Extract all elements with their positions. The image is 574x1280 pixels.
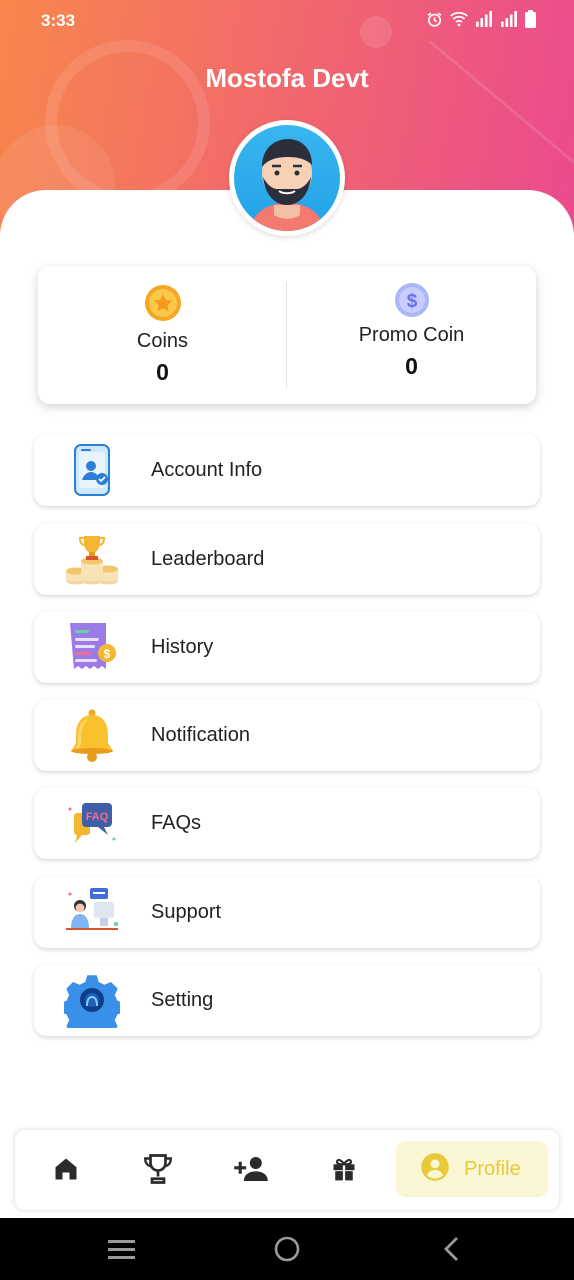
svg-text:$: $ bbox=[406, 291, 417, 312]
menu-item-faqs[interactable]: FAQ FAQs bbox=[34, 787, 540, 859]
battery-icon bbox=[525, 10, 536, 28]
menu-item-label: Notification bbox=[151, 724, 250, 746]
coins-balance[interactable]: Coins 0 bbox=[38, 266, 287, 404]
avatar[interactable] bbox=[229, 120, 345, 236]
home-icon bbox=[52, 1155, 80, 1188]
user-name: Mostofa Devt bbox=[205, 63, 369, 93]
system-nav-bar bbox=[0, 1218, 574, 1280]
bottom-nav: Profile bbox=[15, 1130, 559, 1210]
svg-text:FAQ: FAQ bbox=[86, 811, 109, 823]
coin-star-icon bbox=[144, 284, 182, 322]
coins-label: Coins bbox=[136, 330, 189, 352]
menu-item-setting[interactable]: Setting bbox=[34, 964, 540, 1040]
menu-item-label: History bbox=[151, 636, 214, 658]
profile-screen: 3:33 Mostofa Devt Coins 0 $ Promo Coin 0… bbox=[0, 0, 574, 1280]
signal-icon bbox=[475, 11, 493, 27]
menu-item-label: Leaderboard bbox=[151, 548, 265, 570]
bell-icon bbox=[64, 707, 120, 763]
signal-icon bbox=[500, 11, 518, 27]
nav-invite[interactable] bbox=[232, 1152, 270, 1190]
status-icons bbox=[426, 10, 536, 28]
promo-coin-balance[interactable]: $ Promo Coin 0 bbox=[287, 266, 536, 404]
menu-item-support[interactable]: Support bbox=[34, 876, 540, 948]
coins-value: 0 bbox=[156, 359, 169, 385]
trophy-icon bbox=[140, 1151, 176, 1192]
gift-icon bbox=[330, 1155, 358, 1188]
nav-profile[interactable]: Profile bbox=[396, 1141, 548, 1197]
menu-item-leaderboard[interactable]: Leaderboard bbox=[34, 523, 540, 595]
profile-icon bbox=[420, 1152, 450, 1187]
nav-profile-label: Profile bbox=[464, 1157, 521, 1180]
receipt-history-icon: $ bbox=[64, 619, 120, 675]
faq-chat-icon: FAQ bbox=[64, 795, 120, 851]
nav-home[interactable] bbox=[47, 1152, 85, 1190]
menu-item-label: Setting bbox=[151, 989, 214, 1011]
menu-item-account-info[interactable]: Account Info bbox=[34, 434, 540, 506]
promo-coin-label: Promo Coin bbox=[358, 324, 465, 346]
add-user-icon bbox=[233, 1154, 269, 1189]
nav-leaderboard[interactable] bbox=[139, 1152, 177, 1190]
menu-item-history[interactable]: $ History bbox=[34, 611, 540, 683]
trophy-coins-icon bbox=[64, 531, 120, 587]
menu-item-label: Support bbox=[151, 901, 222, 923]
wifi-icon bbox=[450, 11, 468, 27]
menu-item-label: FAQs bbox=[151, 812, 202, 834]
settings-gear-icon bbox=[59, 972, 125, 1040]
status-time: 3:33 bbox=[41, 11, 76, 30]
svg-text:$: $ bbox=[104, 647, 111, 661]
promo-dollar-coin-icon: $ bbox=[394, 282, 430, 318]
alarm-icon bbox=[426, 11, 443, 28]
nav-rewards[interactable] bbox=[325, 1152, 363, 1190]
menu-item-label: Account Info bbox=[151, 459, 263, 481]
back-icon[interactable] bbox=[442, 1236, 460, 1267]
avatar-image bbox=[234, 125, 340, 231]
recent-apps-icon[interactable] bbox=[108, 1238, 135, 1265]
menu-item-notification[interactable]: Notification bbox=[34, 699, 540, 771]
promo-coin-value: 0 bbox=[405, 353, 418, 379]
status-bar: 3:33 bbox=[0, 0, 574, 40]
support-agent-icon bbox=[64, 884, 120, 940]
balance-card: Coins 0 $ Promo Coin 0 bbox=[38, 266, 536, 404]
account-info-icon bbox=[64, 442, 120, 498]
home-circle-icon[interactable] bbox=[274, 1236, 300, 1267]
decorative-line bbox=[429, 40, 574, 185]
